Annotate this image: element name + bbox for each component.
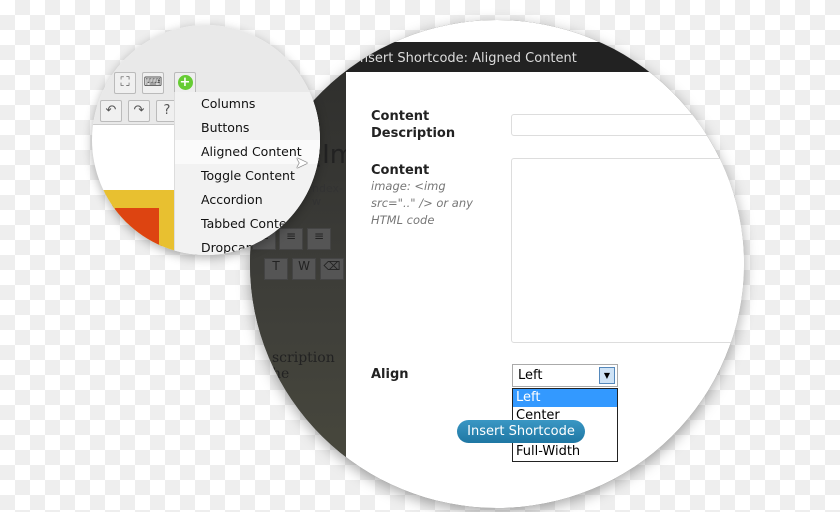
paste-word-icon[interactable]: W xyxy=(292,258,316,280)
align-option-full-width[interactable]: Full-Width xyxy=(513,443,617,461)
zoom-circle-dialog: (Im ndex-w ≡ ≡ ≡ T W ⌫ scription he Inse… xyxy=(250,20,744,508)
content-description-input[interactable] xyxy=(511,114,744,136)
featured-image-detail xyxy=(112,205,162,255)
add-shortcode-icon[interactable]: + xyxy=(174,72,196,94)
insert-shortcode-button[interactable]: Insert Shortcode xyxy=(457,420,585,443)
content-textarea[interactable] xyxy=(511,158,744,343)
undo-icon[interactable]: ↶ xyxy=(100,100,122,122)
align-select-value: Left xyxy=(518,368,543,383)
fullscreen-icon[interactable]: ⛶ xyxy=(114,72,136,94)
menu-item-tabbed-content[interactable]: Tabbed Content xyxy=(175,212,320,236)
menu-item-accordion[interactable]: Accordion xyxy=(175,188,320,212)
keyboard-icon[interactable]: ⌨ xyxy=(142,72,164,94)
content-hint: image: <img src=".." /> or any HTML code xyxy=(371,179,473,227)
menu-item-buttons[interactable]: Buttons xyxy=(175,116,320,140)
zoom-circle-menu: ⛶ ⌨ + ↶ ↷ ? Columns Buttons Aligned Cont… xyxy=(92,25,320,255)
align-label: Align xyxy=(371,367,409,382)
shortcode-menu: Columns Buttons Aligned Content Toggle C… xyxy=(174,92,320,255)
align-option-left[interactable]: Left xyxy=(513,389,617,407)
eraser-icon[interactable]: ⌫ xyxy=(320,258,344,280)
menu-item-columns[interactable]: Columns xyxy=(175,92,320,116)
menu-item-dropcap[interactable]: Dropcap xyxy=(175,236,320,255)
dialog-title: Insert Shortcode: Aligned Content xyxy=(346,42,744,72)
align-select[interactable]: Left ▼ xyxy=(512,364,618,387)
content-description-label: Content Description xyxy=(371,109,456,141)
insert-shortcode-dialog: Insert Shortcode: Aligned Content Conten… xyxy=(346,20,744,508)
dropdown-arrow-icon[interactable]: ▼ xyxy=(599,367,615,384)
paste-text-icon[interactable]: T xyxy=(264,258,288,280)
post-body-fragment: scription he xyxy=(272,350,335,382)
mouse-cursor-icon: ➤ xyxy=(295,153,309,172)
redo-icon[interactable]: ↷ xyxy=(128,100,150,122)
content-label: Content xyxy=(371,163,430,178)
